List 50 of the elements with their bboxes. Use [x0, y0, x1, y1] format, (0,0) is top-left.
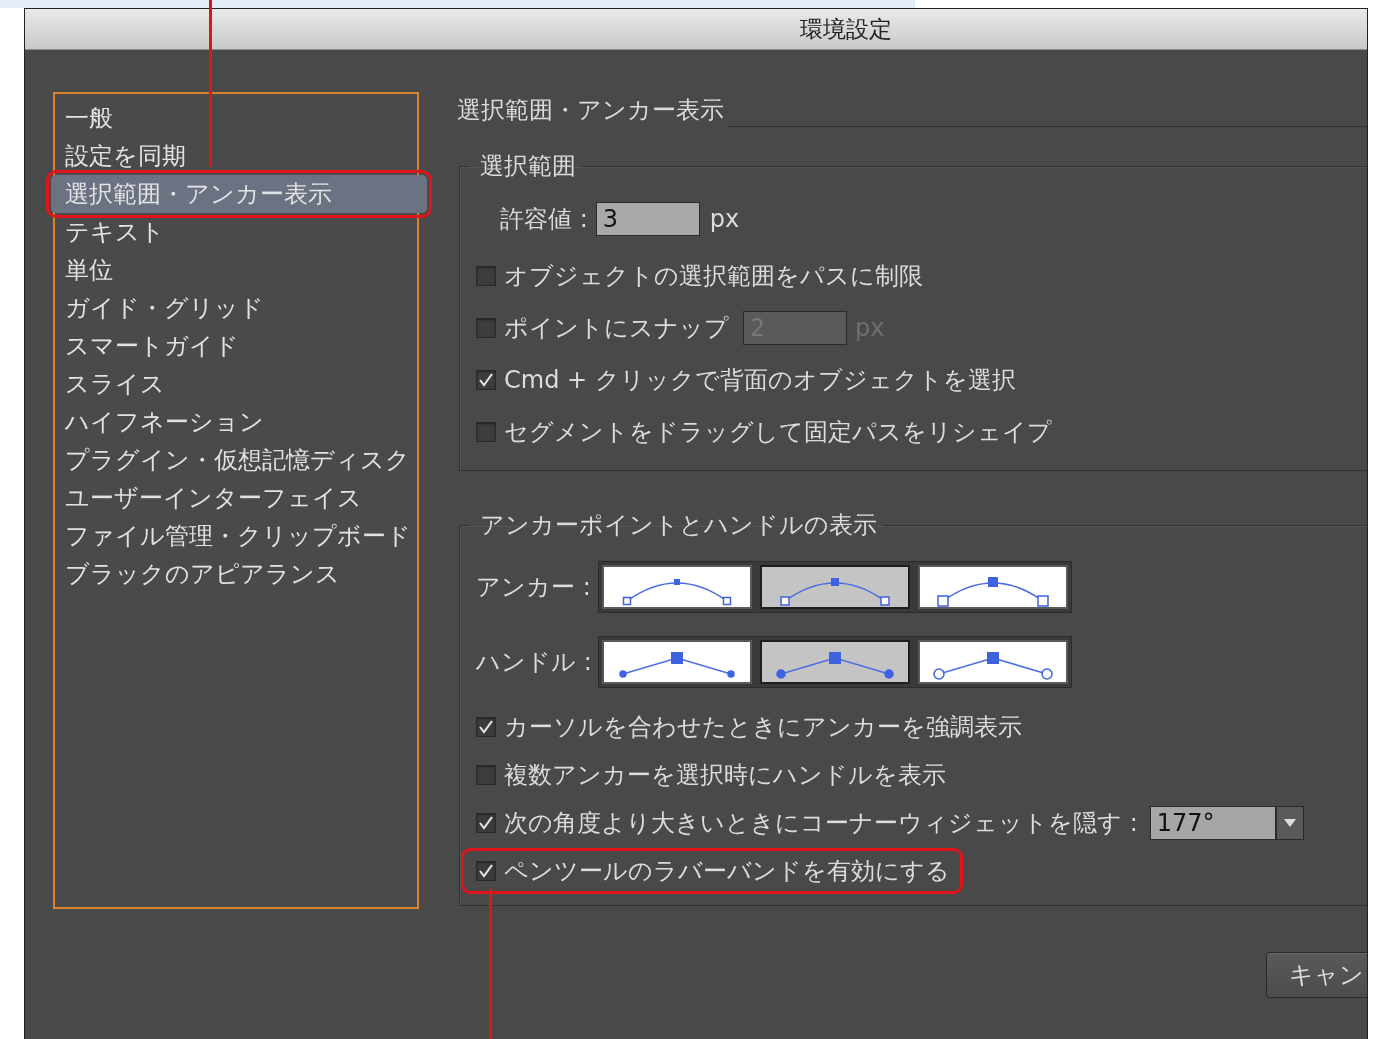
option-label: 次の角度より大きいときにコーナーウィジェットを隠す : — [504, 808, 1138, 839]
option-label: 複数アンカーを選択時にハンドルを表示 — [504, 760, 946, 791]
option-label: オブジェクトの選択範囲をパスに制限 — [504, 261, 923, 292]
check-icon — [478, 863, 494, 879]
option-label: Cmd + クリックで背面のオブジェクトを選択 — [504, 365, 1016, 396]
style-option-button[interactable] — [918, 564, 1068, 609]
field-label: 許容値 : — [500, 204, 588, 235]
category-item[interactable]: ハイフネーション — [55, 403, 417, 441]
dropdown-button[interactable] — [1275, 806, 1304, 840]
category-item[interactable]: ブラックのアピアランス — [55, 555, 417, 593]
checkbox[interactable] — [476, 765, 496, 785]
section-heading: 選択範囲・アンカー表示 — [457, 95, 725, 126]
checkbox[interactable] — [476, 422, 496, 442]
check-icon — [478, 719, 494, 735]
style-option-button[interactable] — [602, 564, 752, 609]
category-item[interactable]: テキスト — [55, 213, 417, 251]
group-title: 選択範囲 — [479, 151, 577, 182]
style-option-button[interactable] — [760, 564, 910, 609]
checkbox[interactable] — [476, 717, 496, 737]
check-icon — [478, 372, 494, 388]
style-option-button[interactable] — [918, 639, 1068, 684]
category-item[interactable]: 設定を同期 — [55, 137, 417, 175]
option-label: ポイントにスナップ — [504, 313, 729, 344]
category-item[interactable]: 一般 — [55, 99, 417, 137]
checkbox[interactable] — [476, 266, 496, 286]
category-item[interactable]: ファイル管理・クリップボード — [55, 517, 417, 555]
checkbox[interactable] — [476, 861, 496, 881]
window-title: 環境設定 — [800, 14, 892, 44]
row-label: アンカー : — [476, 571, 590, 603]
category-item[interactable]: スライス — [55, 365, 417, 403]
option-label: カーソルを合わせたときにアンカーを強調表示 — [504, 712, 1022, 743]
dropdown-field[interactable]: 177° — [1149, 806, 1276, 840]
category-item[interactable]: プラグイン・仮想記憶ディスク — [55, 441, 417, 479]
option-label: ペンツールのラバーバンドを有効にする — [504, 856, 950, 887]
input-field[interactable]: 3 — [595, 202, 700, 236]
category-item[interactable]: スマートガイド — [55, 327, 417, 365]
row-label: ハンドル : — [476, 646, 590, 678]
category-item[interactable]: ユーザーインターフェイス — [55, 479, 417, 517]
category-item[interactable]: 単位 — [55, 251, 417, 289]
option-label: セグメントをドラッグして固定パスをリシェイプ — [504, 417, 1052, 448]
checkbox[interactable] — [476, 370, 496, 390]
style-option-button[interactable] — [760, 639, 910, 684]
group-title: アンカーポイントとハンドルの表示 — [479, 510, 878, 541]
cancel-button[interactable]: キャン — [1266, 952, 1367, 998]
category-item[interactable]: ガイド・グリッド — [55, 289, 417, 327]
checkbox[interactable] — [476, 813, 496, 833]
unit-label: px — [709, 205, 740, 233]
style-option-button[interactable] — [602, 639, 752, 684]
check-icon — [478, 815, 494, 831]
caret-icon — [1283, 819, 1296, 827]
